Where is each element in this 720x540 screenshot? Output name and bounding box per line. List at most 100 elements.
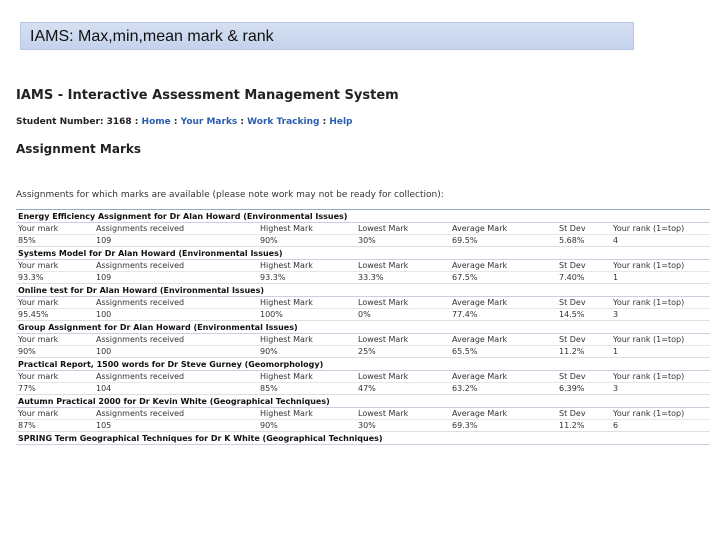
nav-separator: : — [131, 117, 142, 127]
table-cell: 30% — [356, 419, 450, 432]
table-cell: 30% — [356, 234, 450, 247]
assignment-title: Autumn Practical 2000 for Dr Kevin White… — [16, 394, 711, 408]
table-cell: 47% — [356, 382, 450, 395]
column-header: Your rank (1=top) — [611, 407, 711, 420]
student-number: Student Number: 3168 — [16, 117, 132, 127]
column-header: Your mark — [16, 333, 94, 346]
column-header: Lowest Mark — [356, 296, 450, 309]
column-header: Your rank (1=top) — [611, 333, 711, 346]
column-header: Your mark — [16, 370, 94, 383]
table-cell: 69.3% — [450, 419, 557, 432]
table-cell: 4 — [611, 234, 711, 247]
column-header: Average Mark — [450, 222, 557, 235]
column-header: St Dev — [557, 259, 611, 272]
table-cell: 77.4% — [450, 308, 557, 321]
table-cell: 109 — [94, 271, 258, 284]
column-header: Your mark — [16, 407, 94, 420]
table-cell: 14.5% — [557, 308, 611, 321]
table-row: 93.3% 109 93.3% 33.3% 67.5% 7.40% 1 — [16, 271, 711, 284]
table-cell: 85% — [16, 234, 94, 247]
table-cell: 100 — [94, 345, 258, 358]
assignment-title-row: SPRING Term Geographical Techniques for … — [16, 431, 711, 445]
table-cell: 1 — [611, 345, 711, 358]
column-header: Lowest Mark — [356, 370, 450, 383]
assignment-title: Online test for Dr Alan Howard (Environm… — [16, 283, 711, 297]
table-cell: 5.68% — [557, 234, 611, 247]
table-cell: 6.39% — [557, 382, 611, 395]
table-cell: 90% — [258, 234, 356, 247]
column-header: Highest Mark — [258, 222, 356, 235]
table-cell: 67.5% — [450, 271, 557, 284]
column-header: Your rank (1=top) — [611, 296, 711, 309]
column-header: Assignments received — [94, 407, 258, 420]
table-cell: 65.5% — [450, 345, 557, 358]
column-header: Lowest Mark — [356, 407, 450, 420]
nav-separator: : — [170, 117, 181, 127]
table-cell: 100% — [258, 308, 356, 321]
table-cell: 90% — [258, 419, 356, 432]
assignment-title-row: Practical Report, 1500 words for Dr Stev… — [16, 357, 711, 371]
assignment-title-row: Systems Model for Dr Alan Howard (Enviro… — [16, 246, 711, 260]
table-cell: 1 — [611, 271, 711, 284]
column-header-row: Your mark Assignments received Highest Mar… — [16, 370, 711, 383]
column-header: Your mark — [16, 259, 94, 272]
table-cell: 11.2% — [557, 345, 611, 358]
table-cell: 85% — [258, 382, 356, 395]
column-header: Average Mark — [450, 407, 557, 420]
column-header: Assignments received — [94, 296, 258, 309]
table-cell: 69.5% — [450, 234, 557, 247]
table-row: 87% 105 90% 30% 69.3% 11.2% 6 — [16, 419, 711, 432]
table-cell: 6 — [611, 419, 711, 432]
table-cell: 93.3% — [16, 271, 94, 284]
nav-separator: : — [319, 117, 330, 127]
column-header: Lowest Mark — [356, 222, 450, 235]
assignment-title: Practical Report, 1500 words for Dr Stev… — [16, 357, 711, 371]
table-cell: 90% — [258, 345, 356, 358]
table-cell: 87% — [16, 419, 94, 432]
nav-link-your-marks[interactable]: Your Marks — [181, 117, 238, 127]
nav-link-work-tracking[interactable]: Work Tracking — [247, 117, 319, 127]
column-header: St Dev — [557, 222, 611, 235]
table-cell: 7.40% — [557, 271, 611, 284]
column-header-row: Your mark Assignments received Highest Mar… — [16, 407, 711, 420]
table-cell: 93.3% — [258, 271, 356, 284]
column-header-row: Your mark Assignments received Highest Mar… — [16, 222, 711, 235]
table-cell: 95.45% — [16, 308, 94, 321]
table-row: 95.45% 100 100% 0% 77.4% 14.5% 3 — [16, 308, 711, 321]
assignment-title-row: Online test for Dr Alan Howard (Environm… — [16, 283, 711, 297]
slide-title: IAMS: Max,min,mean mark & rank — [20, 22, 634, 50]
table-row: 90% 100 90% 25% 65.5% 11.2% 1 — [16, 345, 711, 358]
table-cell: 3 — [611, 308, 711, 321]
nav-link-help[interactable]: Help — [329, 117, 352, 127]
assignment-title: Group Assignment for Dr Alan Howard (Env… — [16, 320, 711, 334]
nav-link-home[interactable]: Home — [142, 117, 171, 127]
table-cell: 3 — [611, 382, 711, 395]
table-cell: 109 — [94, 234, 258, 247]
column-header-row: Your mark Assignments received Highest Mar… — [16, 296, 711, 309]
assignment-title: Energy Efficiency Assignment for Dr Alan… — [16, 209, 711, 223]
assignment-title: Systems Model for Dr Alan Howard (Enviro… — [16, 246, 711, 260]
column-header: Highest Mark — [258, 370, 356, 383]
assignment-title: SPRING Term Geographical Techniques for … — [16, 431, 711, 445]
table-row: 85% 109 90% 30% 69.5% 5.68% 4 — [16, 234, 711, 247]
column-header: Average Mark — [450, 259, 557, 272]
table-row: 77% 104 85% 47% 63.2% 6.39% 3 — [16, 382, 711, 395]
table-cell: 105 — [94, 419, 258, 432]
column-header: St Dev — [557, 296, 611, 309]
column-header: St Dev — [557, 407, 611, 420]
column-header: Assignments received — [94, 370, 258, 383]
table-cell: 90% — [16, 345, 94, 358]
column-header: Average Mark — [450, 370, 557, 383]
column-header: Assignments received — [94, 222, 258, 235]
column-header: Highest Mark — [258, 296, 356, 309]
column-header: Your rank (1=top) — [611, 370, 711, 383]
column-header: Assignments received — [94, 333, 258, 346]
assignment-title-row: Energy Efficiency Assignment for Dr Alan… — [16, 209, 711, 223]
table-cell: 25% — [356, 345, 450, 358]
table-cell: 104 — [94, 382, 258, 395]
column-header: Lowest Mark — [356, 259, 450, 272]
table-cell: 11.2% — [557, 419, 611, 432]
column-header: Your mark — [16, 222, 94, 235]
system-title: IAMS - Interactive Assessment Management… — [16, 88, 399, 103]
column-header: Lowest Mark — [356, 333, 450, 346]
